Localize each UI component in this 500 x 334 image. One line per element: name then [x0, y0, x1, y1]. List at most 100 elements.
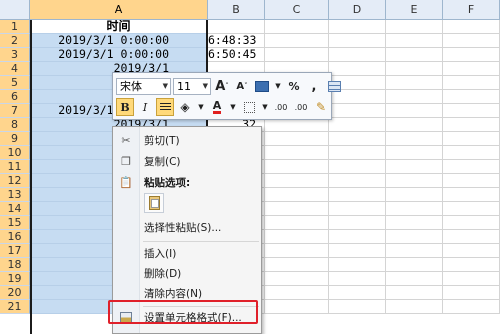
- bold-button[interactable]: B: [116, 98, 134, 116]
- cell[interactable]: [329, 104, 386, 118]
- cell[interactable]: [386, 174, 443, 188]
- font-name-box[interactable]: 宋体 ▼: [116, 77, 171, 95]
- accounting-format-button[interactable]: [253, 77, 271, 95]
- comma-style-button[interactable]: ,: [305, 77, 323, 95]
- cell[interactable]: [329, 48, 386, 62]
- cell[interactable]: [208, 20, 265, 34]
- cell[interactable]: [443, 300, 500, 314]
- cell[interactable]: [443, 34, 500, 48]
- cell[interactable]: [265, 258, 329, 272]
- cell[interactable]: [386, 244, 443, 258]
- cell[interactable]: [386, 34, 443, 48]
- row-header[interactable]: 15: [0, 216, 30, 230]
- font-color-dropdown[interactable]: ▼: [228, 98, 238, 116]
- increase-decimal-button[interactable]: .00: [272, 98, 290, 116]
- cell[interactable]: [443, 160, 500, 174]
- cell[interactable]: [329, 272, 386, 286]
- cell[interactable]: [329, 174, 386, 188]
- cell[interactable]: [265, 244, 329, 258]
- cell[interactable]: [443, 230, 500, 244]
- cell[interactable]: [386, 188, 443, 202]
- cell-a1-header[interactable]: 时间: [30, 20, 208, 34]
- cell[interactable]: [443, 104, 500, 118]
- cell[interactable]: [329, 34, 386, 48]
- cell[interactable]: [386, 76, 443, 90]
- column-header-d[interactable]: D: [329, 0, 386, 20]
- row-header[interactable]: 17: [0, 244, 30, 258]
- format-as-table-button[interactable]: [325, 77, 343, 95]
- cell[interactable]: [386, 104, 443, 118]
- column-header-b[interactable]: B: [208, 0, 265, 20]
- cell[interactable]: [443, 48, 500, 62]
- cell[interactable]: [386, 146, 443, 160]
- cell[interactable]: [443, 118, 500, 132]
- row-header[interactable]: 4: [0, 62, 30, 76]
- cell[interactable]: [386, 258, 443, 272]
- percent-style-button[interactable]: %: [285, 77, 303, 95]
- row-header[interactable]: 3: [0, 48, 30, 62]
- cell-a[interactable]: 2019/3/1 0:00:00: [30, 48, 208, 62]
- column-header-e[interactable]: E: [386, 0, 443, 20]
- cell[interactable]: [443, 286, 500, 300]
- row-header[interactable]: 11: [0, 160, 30, 174]
- row-header[interactable]: 14: [0, 202, 30, 216]
- cell[interactable]: [265, 216, 329, 230]
- cell[interactable]: [265, 48, 329, 62]
- cell[interactable]: [443, 258, 500, 272]
- grow-font-button[interactable]: A ˄: [213, 77, 231, 95]
- cell[interactable]: [443, 216, 500, 230]
- cell[interactable]: [329, 132, 386, 146]
- cell[interactable]: [329, 202, 386, 216]
- cell[interactable]: [386, 118, 443, 132]
- cell[interactable]: [443, 76, 500, 90]
- column-header-f[interactable]: F: [443, 0, 500, 20]
- cell[interactable]: [329, 258, 386, 272]
- row-header[interactable]: 6: [0, 90, 30, 104]
- cell-a[interactable]: 2019/3/1 0:00:00: [30, 34, 208, 48]
- borders-dropdown[interactable]: ▼: [260, 98, 270, 116]
- cell[interactable]: [386, 216, 443, 230]
- cell[interactable]: [329, 20, 386, 34]
- decrease-decimal-button[interactable]: .00: [292, 98, 310, 116]
- cell[interactable]: [386, 300, 443, 314]
- row-header[interactable]: 19: [0, 272, 30, 286]
- cell[interactable]: [265, 286, 329, 300]
- cell[interactable]: [265, 272, 329, 286]
- cell[interactable]: [386, 48, 443, 62]
- cell[interactable]: [386, 160, 443, 174]
- row-header[interactable]: 7: [0, 104, 30, 118]
- italic-button[interactable]: I: [136, 98, 154, 116]
- menu-item-copy[interactable]: ❐ 复制(C): [113, 152, 261, 172]
- cell[interactable]: [329, 62, 386, 76]
- cell[interactable]: [265, 230, 329, 244]
- shrink-font-button[interactable]: A ˅: [233, 77, 251, 95]
- column-header-c[interactable]: C: [265, 0, 329, 20]
- row-header[interactable]: 8: [0, 118, 30, 132]
- cell[interactable]: [443, 188, 500, 202]
- cell[interactable]: [443, 244, 500, 258]
- cell[interactable]: [329, 160, 386, 174]
- font-size-box[interactable]: 11 ▼: [173, 77, 211, 95]
- row-header[interactable]: 21: [0, 300, 30, 314]
- cell[interactable]: [265, 202, 329, 216]
- cell[interactable]: [386, 272, 443, 286]
- row-header[interactable]: 2: [0, 34, 30, 48]
- fill-color-button[interactable]: ◈: [176, 98, 194, 116]
- menu-item-cut[interactable]: ✂ 剪切(T): [113, 131, 261, 151]
- cell[interactable]: [329, 146, 386, 160]
- cell[interactable]: [329, 216, 386, 230]
- cell[interactable]: [329, 230, 386, 244]
- cell[interactable]: [265, 132, 329, 146]
- cell[interactable]: [443, 62, 500, 76]
- cell[interactable]: [386, 132, 443, 146]
- menu-item-insert[interactable]: 插入(I): [113, 244, 261, 264]
- row-header[interactable]: 1: [0, 20, 30, 34]
- cell[interactable]: [386, 90, 443, 104]
- cell[interactable]: 6:48:33: [208, 34, 265, 48]
- select-all-corner[interactable]: [0, 0, 30, 20]
- cell[interactable]: [265, 20, 329, 34]
- cell[interactable]: [265, 188, 329, 202]
- row-header[interactable]: 18: [0, 258, 30, 272]
- row-header[interactable]: 9: [0, 132, 30, 146]
- cell[interactable]: [386, 286, 443, 300]
